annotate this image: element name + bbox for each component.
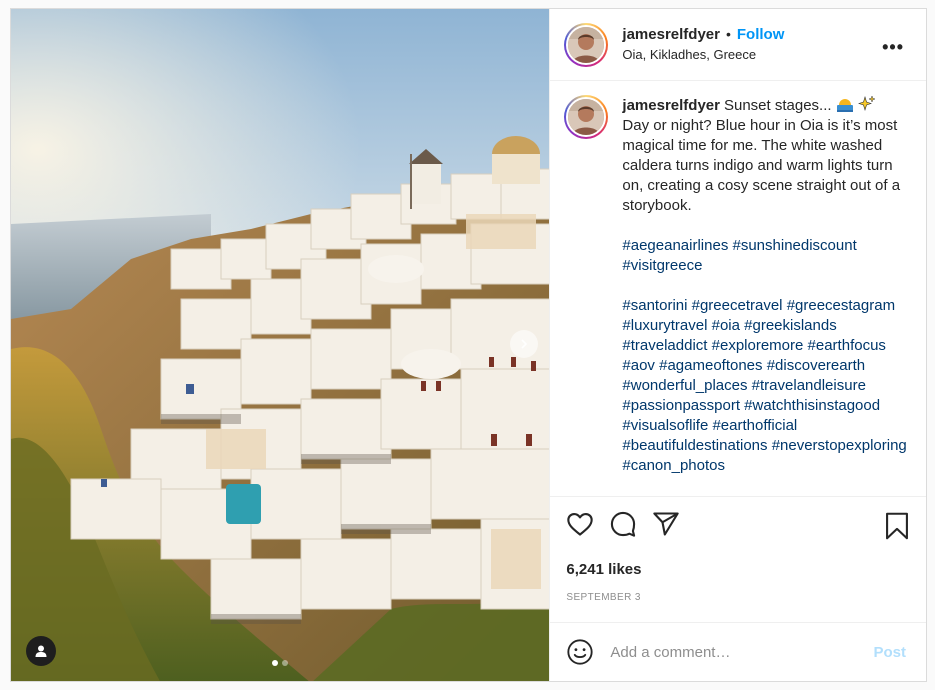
- save-button[interactable]: [884, 512, 910, 545]
- caption-story-ring[interactable]: [564, 95, 609, 139]
- hashtag-link[interactable]: #visitgreece: [622, 257, 702, 274]
- hashtag-link[interactable]: #sunshinediscount: [733, 237, 857, 254]
- heart-icon: [567, 513, 594, 536]
- story-ring[interactable]: [564, 22, 609, 67]
- hashtag-link[interactable]: #greecestagram: [787, 297, 895, 314]
- comment-input[interactable]: [610, 643, 874, 661]
- caption-body: Day or night? Blue hour in Oia is it’s m…: [622, 117, 901, 214]
- avatar-image: [568, 26, 605, 63]
- hashtag-link[interactable]: #traveladdict: [622, 337, 707, 354]
- follow-button[interactable]: Follow: [737, 26, 785, 45]
- post-side-panel: jamesrelfdyer • Follow Oia, Kikladhes, G…: [549, 9, 926, 681]
- avatar-image: [568, 99, 605, 135]
- hashtag-link[interactable]: #discoverearth: [767, 357, 865, 374]
- sunset-emoji-icon: [836, 99, 853, 112]
- username-link[interactable]: jamesrelfdyer: [622, 26, 720, 45]
- hashtag-link[interactable]: #greecetravel: [692, 297, 783, 314]
- more-options-icon: •••: [882, 37, 904, 57]
- smiley-icon: [567, 639, 594, 665]
- emoji-picker-button[interactable]: [566, 638, 594, 666]
- like-button[interactable]: [566, 510, 594, 538]
- comment-icon: [611, 511, 636, 537]
- hashtag-link[interactable]: #santorini: [622, 297, 687, 314]
- hashtag-link[interactable]: #earthofficial: [712, 417, 797, 434]
- hashtags-group-1: #aegeanairlines #sunshinediscount #visit…: [622, 236, 912, 276]
- carousel-next-button[interactable]: [510, 330, 538, 358]
- post-photo[interactable]: [11, 9, 550, 681]
- header-line: jamesrelfdyer • Follow: [622, 26, 784, 45]
- hashtag-link[interactable]: #greekislands: [744, 317, 837, 334]
- hashtag-link[interactable]: #neverstopexploring: [772, 437, 907, 454]
- action-bar: [566, 507, 912, 541]
- caption-intro: Sunset stages...: [723, 97, 832, 114]
- caption-first-line: jamesrelfdyer Sunset stages...: [622, 95, 912, 116]
- post-date[interactable]: SEPTEMBER 3: [566, 592, 912, 603]
- share-button[interactable]: [652, 510, 680, 538]
- carousel-dots: [11, 660, 549, 666]
- separator-bullet: •: [725, 26, 731, 43]
- share-icon: [653, 512, 680, 536]
- location-link[interactable]: Oia, Kikladhes, Greece: [622, 47, 784, 63]
- caption-area: jamesrelfdyer Sunset stages... Day or nig…: [550, 81, 926, 496]
- comment-button[interactable]: [609, 510, 637, 538]
- user-tag-icon: [35, 645, 47, 657]
- hashtag-link[interactable]: #canon_photos: [622, 457, 725, 474]
- hashtag-link[interactable]: #watchthisinstagood: [744, 397, 880, 414]
- caption-avatar[interactable]: [566, 97, 607, 137]
- santorini-photo: [11, 9, 550, 681]
- hashtags-group-2: #santorini #greecetravel #greecestagram …: [622, 296, 912, 476]
- carousel-dot-active: [272, 660, 279, 666]
- hashtag-link[interactable]: #oia: [712, 317, 740, 334]
- chevron-right-icon: [521, 339, 528, 349]
- hashtag-link[interactable]: #exploremore: [712, 337, 804, 354]
- post-comment-button[interactable]: Post: [873, 644, 906, 661]
- caption-text: jamesrelfdyer Sunset stages... Day or nig…: [622, 95, 912, 496]
- hashtag-link[interactable]: #luxurytravel: [622, 317, 707, 334]
- header-text: jamesrelfdyer • Follow Oia, Kikladhes, G…: [622, 26, 784, 64]
- post-container: jamesrelfdyer • Follow Oia, Kikladhes, G…: [10, 8, 927, 682]
- post-header: jamesrelfdyer • Follow Oia, Kikladhes, G…: [550, 9, 926, 81]
- comment-form: Post: [550, 622, 926, 681]
- hashtag-link[interactable]: #wonderful_places: [622, 377, 747, 394]
- more-options-button[interactable]: •••: [882, 37, 904, 58]
- likes-count[interactable]: 6,241 likes: [566, 561, 912, 578]
- hashtag-link[interactable]: #visualsoflife: [622, 417, 708, 434]
- actions-section: 6,241 likes SEPTEMBER 3: [550, 496, 926, 622]
- carousel-dot: [282, 660, 289, 666]
- bookmark-icon: [886, 512, 908, 540]
- avatar[interactable]: [566, 24, 607, 65]
- sparkles-emoji-icon: [857, 95, 876, 112]
- hashtag-link[interactable]: #passionpassport: [622, 397, 740, 414]
- hashtag-link[interactable]: #earthfocus: [808, 337, 886, 354]
- hashtag-link[interactable]: #aegeanairlines: [622, 237, 728, 254]
- hashtag-link[interactable]: #aov: [622, 357, 655, 374]
- caption-username-link[interactable]: jamesrelfdyer: [622, 97, 720, 114]
- hashtag-link[interactable]: #travelandleisure: [752, 377, 866, 394]
- hashtag-link[interactable]: #beautifuldestinations: [622, 437, 767, 454]
- hashtag-link[interactable]: #agameoftones: [659, 357, 762, 374]
